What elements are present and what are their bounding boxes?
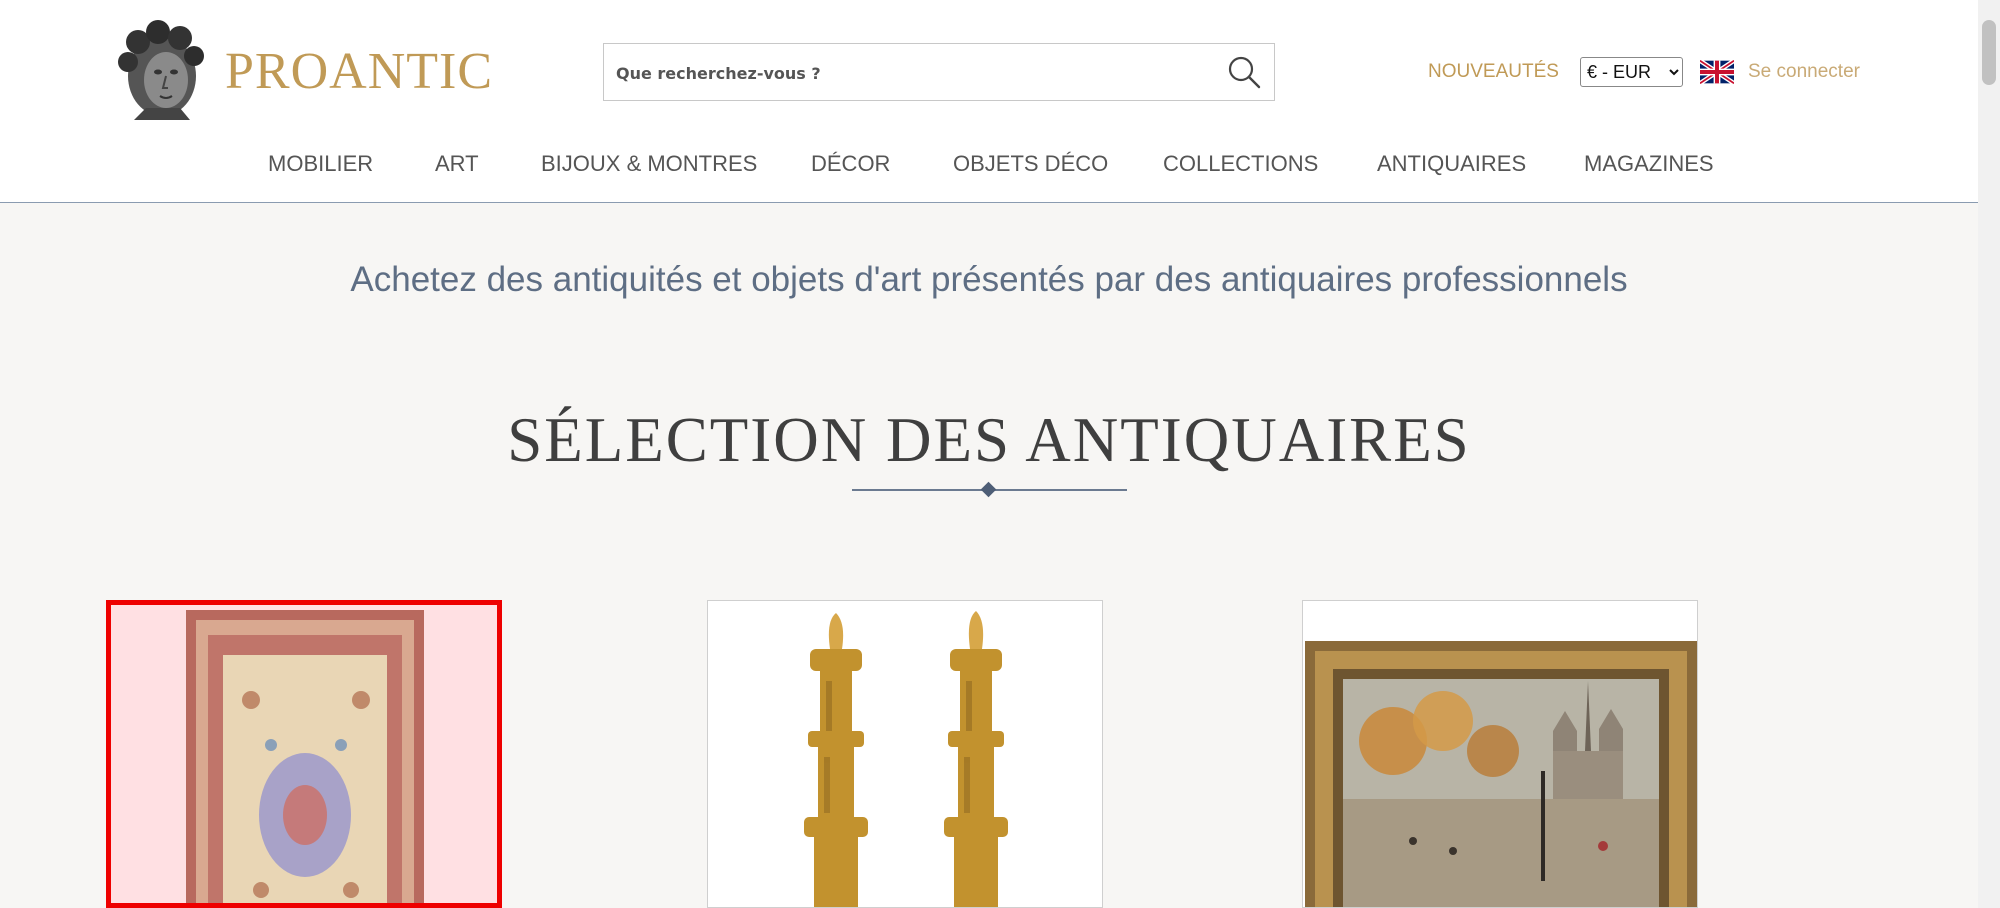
search-icon[interactable]: [1226, 54, 1262, 90]
nouveautes-link[interactable]: NOUVEAUTÉS: [1428, 60, 1559, 84]
tagline: Achetez des antiquités et objets d'art p…: [350, 260, 1628, 299]
framed-paris-painting-image[interactable]: [1303, 601, 1698, 908]
site-header: PROANTIC NOUVEAUTÉS € - EUR Se connecter…: [0, 0, 1978, 203]
nav-item-objets-deco[interactable]: OBJETS DÉCO: [953, 150, 1108, 178]
logo-bust-icon[interactable]: [110, 20, 210, 122]
gilt-bronze-candlesticks-image[interactable]: [708, 601, 1103, 908]
nav-item-bijoux-montres[interactable]: BIJOUX & MONTRES: [541, 150, 757, 178]
product-card-painting[interactable]: [1302, 600, 1698, 908]
nav-item-decor[interactable]: DÉCOR: [811, 150, 890, 178]
divider-diamond-icon: [980, 481, 997, 498]
logo-text[interactable]: PROANTIC: [225, 42, 493, 102]
scrollbar-thumb[interactable]: [1982, 20, 1996, 85]
main-nav: MOBILIER ART BIJOUX & MONTRES DÉCOR OBJE…: [0, 150, 1978, 180]
login-link[interactable]: Se connecter: [1748, 60, 1860, 84]
search-box: [603, 43, 1275, 101]
nav-item-collections[interactable]: COLLECTIONS: [1163, 150, 1318, 178]
product-card-rug[interactable]: [106, 600, 502, 908]
currency-select[interactable]: € - EUR: [1580, 57, 1683, 87]
nav-item-mobilier[interactable]: MOBILIER: [268, 150, 373, 178]
nav-item-magazines[interactable]: MAGAZINES: [1584, 150, 1714, 178]
product-card-candlesticks[interactable]: [707, 600, 1103, 908]
page-scrollbar[interactable]: [1978, 0, 2000, 908]
nav-item-art[interactable]: ART: [435, 150, 479, 178]
nav-item-antiquaires[interactable]: ANTIQUAIRES: [1377, 150, 1526, 178]
search-input[interactable]: [614, 56, 1198, 90]
persian-rug-image[interactable]: [111, 605, 502, 908]
section-title: SÉLECTION DES ANTIQUAIRES: [507, 405, 1471, 475]
uk-flag-icon[interactable]: [1700, 60, 1734, 84]
